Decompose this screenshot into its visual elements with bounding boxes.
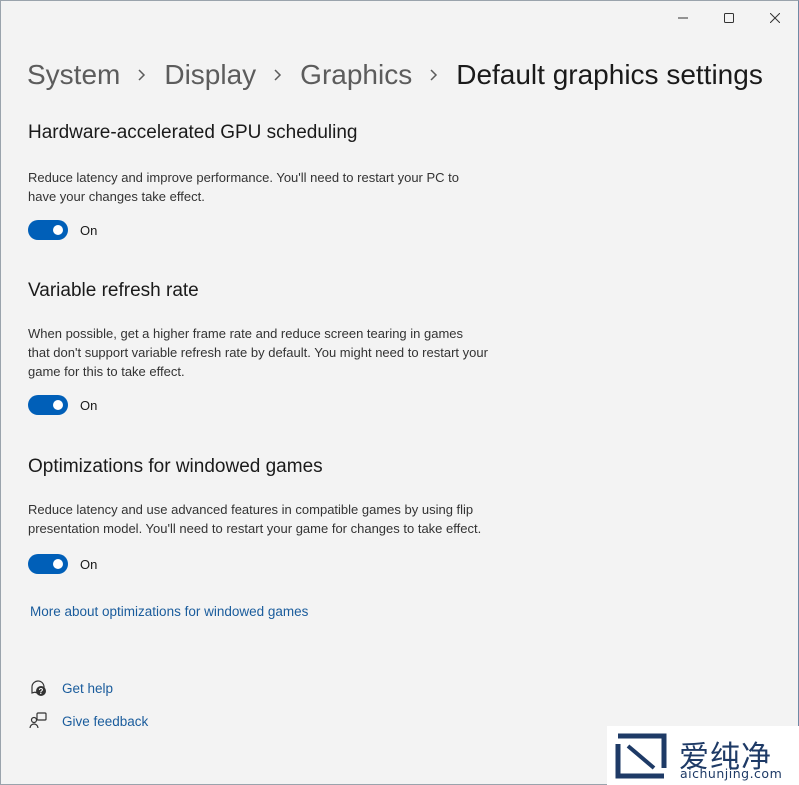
toggle-state-label: On (80, 222, 98, 238)
breadcrumb-system[interactable]: System (27, 59, 120, 91)
settings-window: System Display Graphics Default graphics… (0, 0, 799, 785)
close-button[interactable] (752, 1, 798, 35)
feedback-icon (29, 712, 47, 730)
breadcrumb-display[interactable]: Display (164, 59, 256, 91)
title-bar (660, 1, 798, 35)
watermark-logo-icon (615, 733, 667, 779)
section-title: Optimizations for windowed games (28, 456, 323, 477)
variable-refresh-rate-toggle-row: On (28, 395, 488, 415)
windowed-games-toggle-row: On (28, 554, 488, 574)
section-description: Reduce latency and improve performance. … (28, 170, 459, 204)
give-feedback-link[interactable]: Give feedback (29, 712, 148, 730)
get-help-label: Get help (62, 680, 114, 696)
toggle-knob (53, 400, 63, 410)
toggle-knob (53, 559, 63, 569)
watermark: 爱纯净 aichunjing.com (607, 726, 799, 785)
maximize-icon (724, 13, 734, 23)
give-feedback-label: Give feedback (62, 713, 149, 729)
section-title: Hardware-accelerated GPU scheduling (28, 122, 358, 143)
maximize-button[interactable] (706, 1, 752, 35)
toggle-state-label: On (80, 556, 98, 572)
more-about-windowed-games-link[interactable]: More about optimizations for windowed ga… (30, 604, 308, 619)
minimize-icon (678, 17, 688, 19)
gpu-scheduling-toggle-row: On (28, 220, 488, 240)
breadcrumb: System Display Graphics Default graphics… (27, 59, 763, 91)
help-icon: ? (29, 679, 47, 697)
section-title: Variable refresh rate (28, 280, 199, 301)
watermark-domain-text: aichunjing.com (680, 766, 783, 781)
windowed-games-toggle[interactable] (28, 554, 68, 574)
section-description: When possible, get a higher frame rate a… (28, 326, 488, 379)
gpu-scheduling-toggle[interactable] (28, 220, 68, 240)
breadcrumb-graphics[interactable]: Graphics (300, 59, 412, 91)
minimize-button[interactable] (660, 1, 706, 35)
page-title: Default graphics settings (456, 59, 763, 90)
chevron-right-icon (430, 69, 438, 81)
svg-text:?: ? (39, 687, 44, 696)
variable-refresh-rate-toggle[interactable] (28, 395, 68, 415)
toggle-state-label: On (80, 397, 98, 413)
close-icon (770, 13, 780, 23)
gpu-scheduling-section: Hardware-accelerated GPU scheduling Redu… (28, 122, 488, 240)
variable-refresh-rate-section: Variable refresh rate When possible, get… (28, 280, 488, 415)
chevron-right-icon (138, 69, 146, 81)
get-help-link[interactable]: ? Get help (29, 679, 113, 697)
windowed-games-section: Optimizations for windowed games Reduce … (28, 456, 488, 574)
section-description: Reduce latency and use advanced features… (28, 502, 482, 536)
toggle-knob (53, 225, 63, 235)
chevron-right-icon (274, 69, 282, 81)
